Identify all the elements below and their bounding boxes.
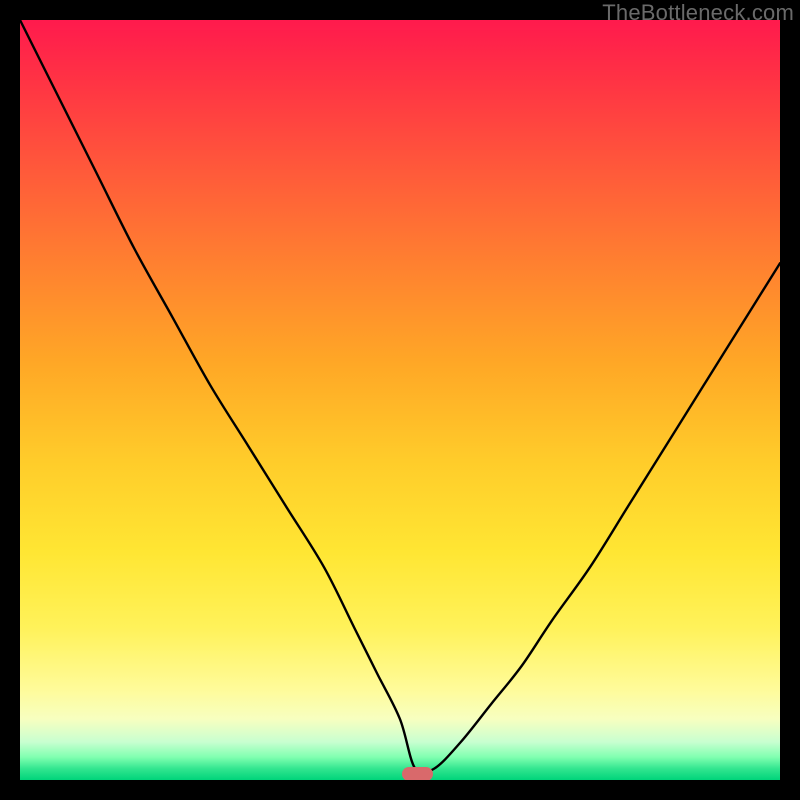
plot-area [20, 20, 780, 780]
bottleneck-curve [20, 20, 780, 780]
chart-container: TheBottleneck.com [0, 0, 800, 800]
optimal-marker [402, 767, 432, 780]
